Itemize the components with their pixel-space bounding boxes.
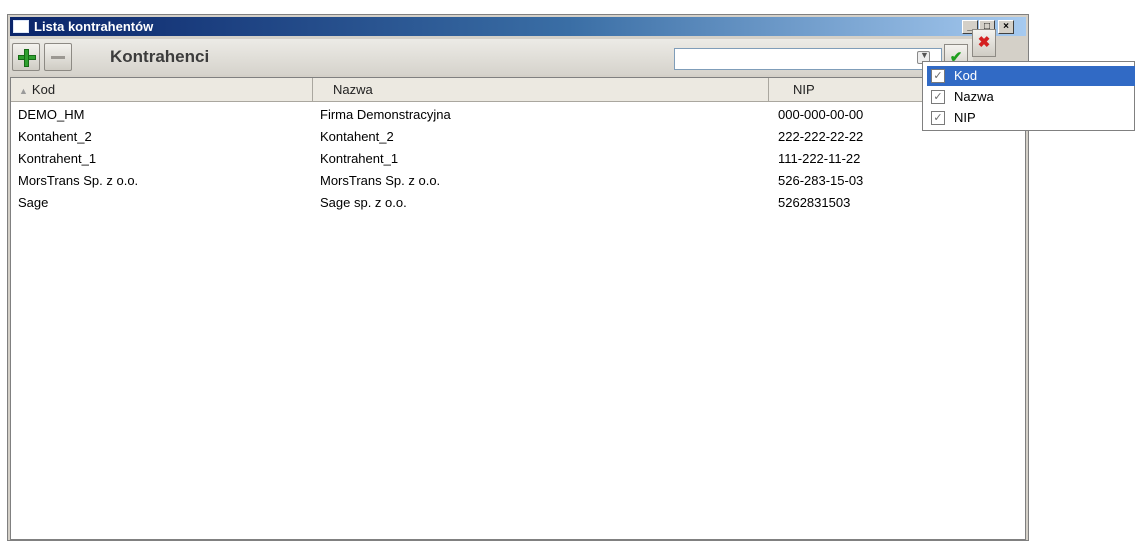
menu-item-label: NIP <box>954 110 976 125</box>
window-title: Lista kontrahentów <box>34 19 154 34</box>
cell-nip: 111-222-11-22 <box>778 151 861 166</box>
table-row[interactable]: Kontahent_2 Kontahent_2 222-222-22-22 <box>11 126 1025 148</box>
table-body: DEMO_HM Firma Demonstracyjna 000-000-00-… <box>11 104 1025 214</box>
column-header-label: Nazwa <box>333 82 373 97</box>
cell-nazwa: Kontrahent_1 <box>320 151 399 166</box>
table-row[interactable]: Kontrahent_1 Kontrahent_1 111-222-11-22 <box>11 148 1025 170</box>
cell-nip: 5262831503 <box>778 195 851 210</box>
checkbox[interactable]: ✓ <box>931 111 945 125</box>
menu-item-kod[interactable]: ✓ Kod <box>927 66 1135 86</box>
menu-item-nazwa[interactable]: ✓ Nazwa <box>927 87 1135 107</box>
menu-item-label: Nazwa <box>954 89 994 104</box>
cell-nazwa: MorsTrans Sp. z o.o. <box>320 173 441 188</box>
column-header-label: Kod <box>31 82 56 97</box>
cell-nip: 526-283-15-03 <box>778 173 864 188</box>
checkbox[interactable]: ✓ <box>931 90 945 104</box>
cell-kod: MorsTrans Sp. z o.o. <box>18 173 139 188</box>
column-header-label: NIP <box>793 82 815 97</box>
close-button[interactable]: × <box>998 20 1014 34</box>
table-row[interactable]: Sage Sage sp. z o.o. 5262831503 <box>11 192 1025 214</box>
cell-kod: Kontahent_2 <box>18 129 92 144</box>
column-header-kod[interactable]: ▲ Kod <box>11 78 313 101</box>
toolbar: Kontrahenci ▼ ✔ <box>10 39 973 75</box>
table-header: ▲ Kod Nazwa NIP <box>11 78 1025 102</box>
cell-nazwa: Kontahent_2 <box>320 129 394 144</box>
cell-kod: DEMO_HM <box>18 107 85 122</box>
cell-nazwa: Sage sp. z o.o. <box>320 195 407 210</box>
title-bar[interactable]: Lista kontrahentów _ □ × <box>10 17 1026 36</box>
remove-button[interactable] <box>44 43 72 71</box>
menu-item-nip[interactable]: ✓ NIP <box>927 108 1135 128</box>
cancel-button[interactable]: ✖ <box>972 29 996 57</box>
chevron-down-icon: ▼ <box>920 50 929 60</box>
window: Lista kontrahentów _ □ × Kontrahenci ▼ ✔… <box>7 14 1029 541</box>
cell-nazwa: Firma Demonstracyjna <box>320 107 451 122</box>
cell-nip: 000-000-00-00 <box>778 107 864 122</box>
add-button[interactable] <box>12 43 40 71</box>
column-select-menu: ✓ Kod ✓ Nazwa ✓ NIP <box>922 61 1135 131</box>
window-icon <box>13 20 29 33</box>
checkbox[interactable]: ✓ <box>931 69 945 83</box>
x-icon: ✖ <box>977 34 991 51</box>
cell-kod: Kontrahent_1 <box>18 151 97 166</box>
table-row[interactable]: DEMO_HM Firma Demonstracyjna 000-000-00-… <box>11 104 1025 126</box>
column-header-nazwa[interactable]: Nazwa <box>313 78 769 101</box>
contractors-table: ▲ Kod Nazwa NIP DEMO_HM Firma Demonstracy… <box>10 77 1026 540</box>
cell-kod: Sage <box>18 195 49 210</box>
search-input[interactable] <box>674 48 942 70</box>
toolbar-title: Kontrahenci <box>110 47 210 66</box>
menu-item-label: Kod <box>954 68 978 83</box>
cell-nip: 222-222-22-22 <box>778 129 864 144</box>
table-row[interactable]: MorsTrans Sp. z o.o. MorsTrans Sp. z o.o… <box>11 170 1025 192</box>
sort-ascending-icon: ▲ <box>19 86 28 96</box>
